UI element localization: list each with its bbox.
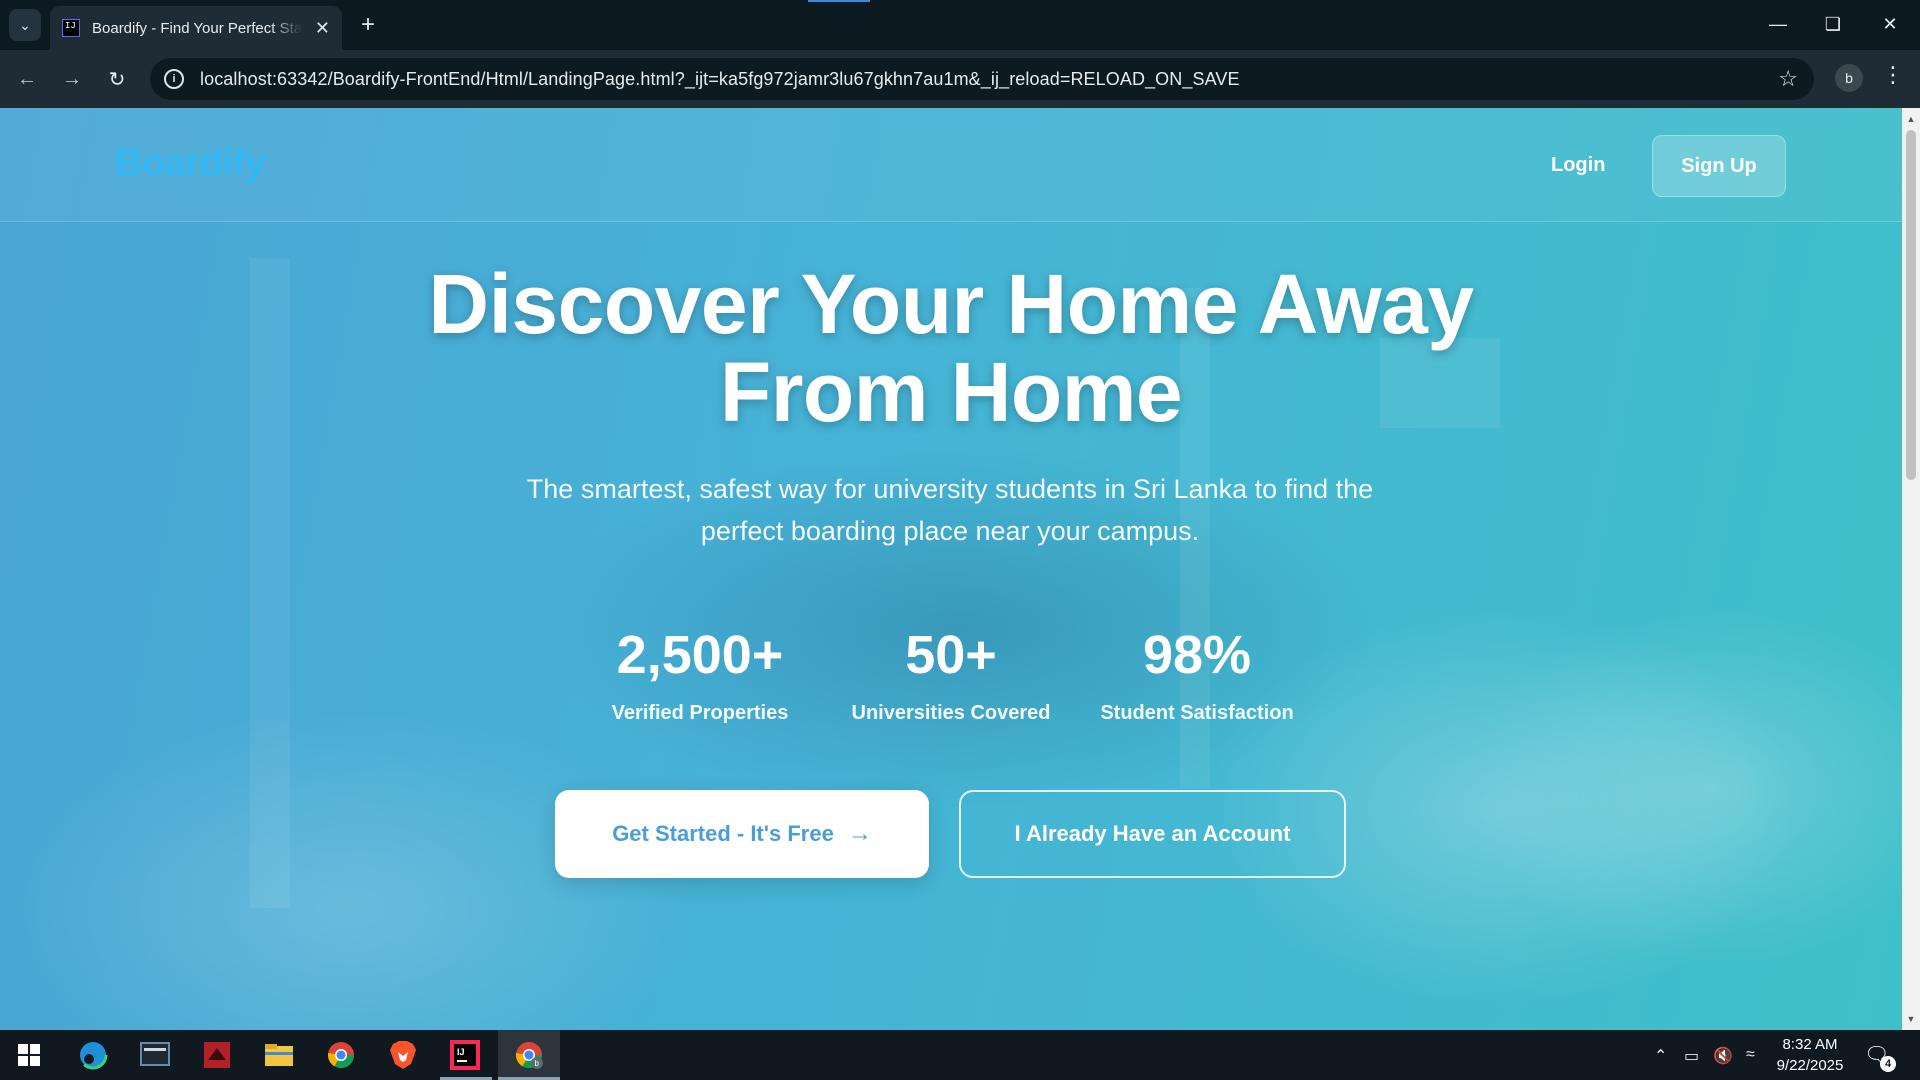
browser-toolbar: ← → ↻ i localhost:63342/Boardify-FrontEn…	[0, 50, 1920, 108]
clock-time: 8:32 AM	[1782, 1036, 1838, 1053]
chevron-down-icon: ⌄	[19, 16, 31, 33]
scrollbar-thumb[interactable]	[1906, 130, 1916, 480]
get-started-label: Get Started - It's Free	[612, 821, 834, 846]
tray-overflow-chevron-icon[interactable]: ⌃	[1654, 1046, 1667, 1066]
brand-logo[interactable]: Boardify	[115, 142, 266, 185]
system-clock[interactable]: 8:32 AM 9/22/2025	[1770, 1034, 1850, 1076]
notification-count-badge: 4	[1880, 1056, 1896, 1072]
file-explorer-icon[interactable]	[262, 1038, 296, 1072]
windows-start-icon[interactable]	[12, 1038, 46, 1072]
clock-date: 9/22/2025	[1776, 1057, 1844, 1074]
signup-button[interactable]: Sign Up	[1652, 135, 1786, 197]
stat-label: Universities Covered	[851, 702, 1051, 724]
intellij-favicon-icon: IJ	[62, 19, 80, 37]
hero-title: Discover Your Home Away From Home	[0, 260, 1902, 436]
restore-window-icon[interactable]: ❏	[1813, 8, 1853, 40]
arrow-right-icon: →	[847, 820, 872, 847]
minimize-window-icon[interactable]: —	[1758, 8, 1798, 40]
reload-icon[interactable]: ↻	[101, 63, 133, 95]
login-link[interactable]: Login	[1551, 154, 1605, 177]
hero-title-line1: Discover Your Home Away	[428, 257, 1474, 351]
stat-student-satisfaction: 98% Student Satisfaction	[1077, 620, 1317, 725]
forward-arrow-icon[interactable]: →	[56, 63, 88, 95]
hero-title-line2: From Home	[719, 345, 1183, 439]
new-tab-button[interactable]: +	[353, 10, 383, 40]
browser-tab-active[interactable]: IJ Boardify - Find Your Perfect Stay ✕	[50, 6, 342, 50]
brave-browser-icon[interactable]	[386, 1038, 420, 1072]
stat-value: 98%	[1142, 625, 1252, 685]
volume-muted-icon[interactable]: 🔇	[1713, 1046, 1733, 1066]
kebab-menu-icon[interactable]: ⋮	[1882, 62, 1904, 88]
stat-label: Verified Properties	[611, 702, 789, 724]
url-text[interactable]: localhost:63342/Boardify-FrontEnd/Html/L…	[200, 69, 1240, 90]
browser-tab-bar: ⌄ IJ Boardify - Find Your Perfect Stay ✕…	[0, 0, 1920, 50]
svg-text:IJ: IJ	[457, 1047, 465, 1057]
intellij-idea-icon[interactable]: IJ	[448, 1038, 482, 1072]
chrome-profile-icon[interactable]: b	[512, 1038, 546, 1072]
red-app-icon[interactable]	[200, 1038, 234, 1072]
existing-account-button[interactable]: I Already Have an Account	[959, 790, 1346, 878]
scroll-down-arrow-icon[interactable]: ▼	[1902, 1010, 1920, 1028]
stat-universities-covered: 50+ Universities Covered	[831, 620, 1071, 725]
svg-text:b: b	[535, 1059, 540, 1068]
battery-icon[interactable]: ▭	[1684, 1046, 1699, 1066]
back-arrow-icon[interactable]: ←	[11, 63, 43, 95]
mysql-workbench-icon[interactable]	[138, 1038, 172, 1072]
hero-subtitle: The smartest, safest way for university …	[526, 474, 1374, 546]
tab-search-button[interactable]: ⌄	[9, 9, 41, 41]
windows-taskbar: IJ b ⌃ ▭ 🔇 ≈ 8:32 AM 9/22/2025 🗨 4	[0, 1030, 1920, 1080]
profile-avatar[interactable]: b	[1835, 64, 1863, 92]
stat-value: 2,500+	[616, 625, 784, 685]
site-info-icon[interactable]: i	[164, 69, 184, 89]
chrome-icon[interactable]	[324, 1038, 358, 1072]
wifi-icon[interactable]: ≈	[1746, 1046, 1755, 1064]
stats-row: 2,500+ Verified Properties 50+ Universit…	[580, 620, 1320, 740]
page-viewport: Boardify Login Sign Up Discover Your Hom…	[0, 108, 1902, 1030]
stat-verified-properties: 2,500+ Verified Properties	[580, 620, 820, 725]
page-scrollbar[interactable]: ▲ ▼	[1902, 108, 1920, 1030]
stat-value: 50+	[905, 625, 997, 685]
bookmark-star-icon[interactable]: ☆	[1778, 66, 1798, 92]
close-tab-icon[interactable]: ✕	[315, 18, 330, 39]
stat-label: Student Satisfaction	[1100, 702, 1294, 724]
get-started-button[interactable]: Get Started - It's Free →	[555, 790, 929, 878]
address-bar[interactable]: i localhost:63342/Boardify-FrontEnd/Html…	[150, 58, 1814, 100]
edge-browser-icon[interactable]	[76, 1038, 110, 1072]
site-navbar: Boardify Login Sign Up	[0, 108, 1902, 222]
loading-indicator	[808, 0, 870, 2]
tab-title: Boardify - Find Your Perfect Stay	[92, 19, 302, 37]
scroll-up-arrow-icon[interactable]: ▲	[1902, 110, 1920, 128]
close-window-icon[interactable]: ✕	[1870, 8, 1910, 40]
